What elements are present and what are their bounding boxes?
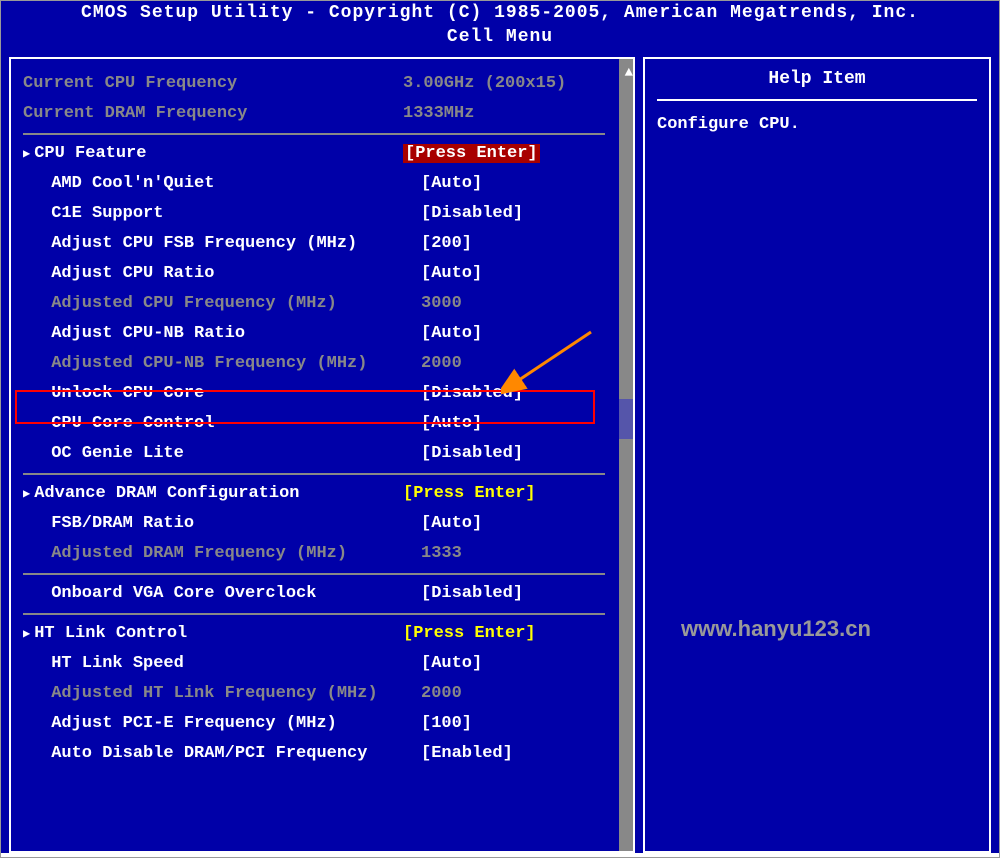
setting-label: Adjusted HT Link Frequency (MHz)	[23, 679, 421, 709]
info-dram-freq: Current DRAM Frequency 1333MHz	[23, 99, 605, 129]
info-label: Current CPU Frequency	[23, 69, 403, 99]
setting-row[interactable]: HT Link Speed[Auto]	[23, 649, 605, 679]
info-cpu-freq: Current CPU Frequency 3.00GHz (200x15)	[23, 69, 605, 99]
setting-value: 1333	[421, 539, 605, 569]
setting-label: HT Link Speed	[23, 649, 421, 679]
setting-row[interactable]: HT Link Control[Press Enter]	[23, 619, 605, 649]
setting-value[interactable]: [200]	[421, 229, 605, 259]
setting-label: Adjusted CPU-NB Frequency (MHz)	[23, 349, 421, 379]
setting-value[interactable]: [Disabled]	[421, 379, 605, 409]
bios-window: CMOS Setup Utility - Copyright (C) 1985-…	[0, 0, 1000, 858]
setting-value[interactable]: [Auto]	[421, 509, 605, 539]
scroll-up-icon[interactable]: ▲	[625, 65, 633, 81]
setting-value[interactable]: [Press Enter]	[403, 139, 605, 169]
separator	[23, 573, 605, 575]
setting-value[interactable]: [Auto]	[421, 259, 605, 289]
setting-value[interactable]: [Enabled]	[421, 739, 605, 769]
setting-row[interactable]: Onboard VGA Core Overclock[Disabled]	[23, 579, 605, 609]
info-value: 1333MHz	[403, 99, 605, 129]
setting-label: Unlock CPU Core	[23, 379, 421, 409]
setting-row: Adjusted HT Link Frequency (MHz)2000	[23, 679, 605, 709]
setting-value: 2000	[421, 349, 605, 379]
info-label: Current DRAM Frequency	[23, 99, 403, 129]
setting-row[interactable]: Advance DRAM Configuration[Press Enter]	[23, 479, 605, 509]
setting-label: Advance DRAM Configuration	[23, 479, 403, 509]
setting-value[interactable]: [Auto]	[421, 649, 605, 679]
setting-row[interactable]: OC Genie Lite[Disabled]	[23, 439, 605, 469]
setting-label: FSB/DRAM Ratio	[23, 509, 421, 539]
separator	[23, 613, 605, 615]
setting-value[interactable]: [100]	[421, 709, 605, 739]
setting-label: Adjust PCI-E Frequency (MHz)	[23, 709, 421, 739]
setting-label: AMD Cool'n'Quiet	[23, 169, 421, 199]
setting-row: Adjusted CPU Frequency (MHz)3000	[23, 289, 605, 319]
setting-value[interactable]: [Disabled]	[421, 579, 605, 609]
setting-label: Adjusted DRAM Frequency (MHz)	[23, 539, 421, 569]
scroll-thumb[interactable]	[619, 399, 633, 439]
setting-label: Onboard VGA Core Overclock	[23, 579, 421, 609]
separator	[23, 133, 605, 135]
setting-row[interactable]: CPU Feature[Press Enter]	[23, 139, 605, 169]
setting-label: Adjusted CPU Frequency (MHz)	[23, 289, 421, 319]
setting-value: 3000	[421, 289, 605, 319]
info-value: 3.00GHz (200x15)	[403, 69, 605, 99]
setting-value[interactable]: [Press Enter]	[403, 479, 605, 509]
separator	[23, 473, 605, 475]
setting-label: Auto Disable DRAM/PCI Frequency	[23, 739, 421, 769]
setting-row[interactable]: Unlock CPU Core[Disabled]	[23, 379, 605, 409]
menu-title: Cell Menu	[1, 25, 999, 49]
setting-row[interactable]: Adjust CPU FSB Frequency (MHz)[200]	[23, 229, 605, 259]
setting-value[interactable]: [Auto]	[421, 169, 605, 199]
setting-row: Adjusted DRAM Frequency (MHz)1333	[23, 539, 605, 569]
watermark: www.hanyu123.cn	[681, 616, 871, 642]
setting-label: HT Link Control	[23, 619, 403, 649]
setting-value[interactable]: [Disabled]	[421, 439, 605, 469]
setting-label: Adjust CPU Ratio	[23, 259, 421, 289]
setting-label: CPU Feature	[23, 139, 403, 169]
setting-row[interactable]: Adjust CPU-NB Ratio[Auto]	[23, 319, 605, 349]
scrollbar[interactable]: ▲	[619, 59, 633, 851]
settings-panel: Current CPU Frequency 3.00GHz (200x15) C…	[9, 57, 635, 853]
setting-row[interactable]: Auto Disable DRAM/PCI Frequency[Enabled]	[23, 739, 605, 769]
setting-row[interactable]: Adjust CPU Ratio[Auto]	[23, 259, 605, 289]
setting-label: Adjust CPU-NB Ratio	[23, 319, 421, 349]
setting-row: Adjusted CPU-NB Frequency (MHz)2000	[23, 349, 605, 379]
title-bar: CMOS Setup Utility - Copyright (C) 1985-…	[1, 1, 999, 25]
setting-row[interactable]: FSB/DRAM Ratio[Auto]	[23, 509, 605, 539]
setting-value[interactable]: [Auto]	[421, 319, 605, 349]
setting-value[interactable]: [Auto]	[421, 409, 605, 439]
help-text: Configure CPU.	[657, 115, 977, 134]
main-area: Current CPU Frequency 3.00GHz (200x15) C…	[1, 49, 999, 853]
setting-value[interactable]: [Disabled]	[421, 199, 605, 229]
setting-row[interactable]: C1E Support[Disabled]	[23, 199, 605, 229]
setting-row[interactable]: CPU Core Control[Auto]	[23, 409, 605, 439]
setting-label: OC Genie Lite	[23, 439, 421, 469]
help-panel: Help Item Configure CPU.	[643, 57, 991, 853]
setting-label: Adjust CPU FSB Frequency (MHz)	[23, 229, 421, 259]
setting-label: C1E Support	[23, 199, 421, 229]
help-title: Help Item	[657, 69, 977, 101]
setting-label: CPU Core Control	[23, 409, 421, 439]
setting-row[interactable]: Adjust PCI-E Frequency (MHz)[100]	[23, 709, 605, 739]
setting-value: 2000	[421, 679, 605, 709]
setting-value[interactable]: [Press Enter]	[403, 619, 605, 649]
setting-row[interactable]: AMD Cool'n'Quiet[Auto]	[23, 169, 605, 199]
